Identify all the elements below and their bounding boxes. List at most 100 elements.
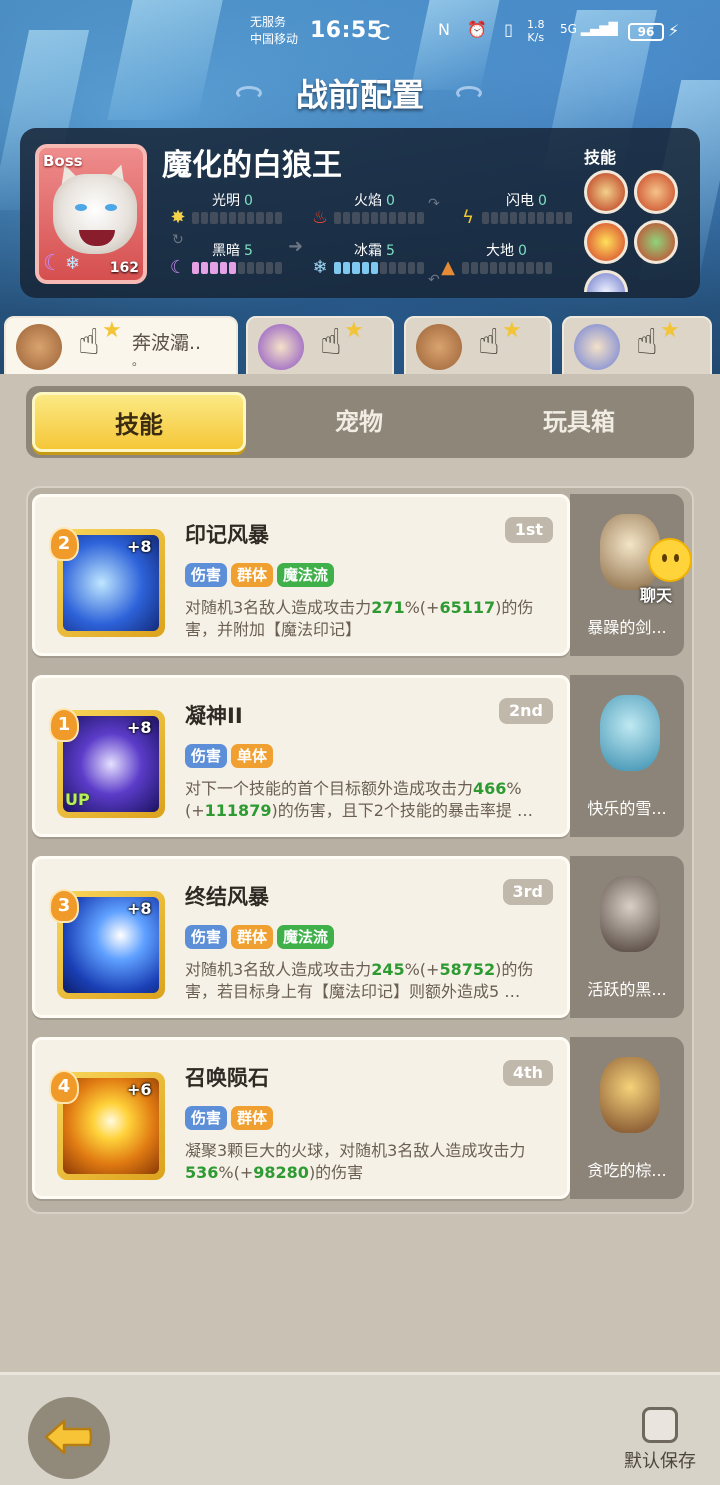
skill-tag: 单体 [231,744,274,768]
hero-avatar [258,324,304,370]
tab-toybox[interactable]: 玩具箱 [472,392,686,452]
skill-tag: 伤害 [185,744,228,768]
hero-avatar [574,324,620,370]
default-save-checkbox[interactable] [642,1407,678,1443]
boss-skill-icon[interactable] [634,170,678,214]
chat-button[interactable]: 聊天 [634,538,698,605]
signal-icon: 5G ▂▄▆█ [560,22,618,36]
category-tabs: 技能 宠物 玩具箱 [26,386,694,458]
hero-avatar [16,324,62,370]
back-arrow-icon [44,1419,93,1455]
cycle-arrow-icon: ↻ [172,232,184,248]
boss-skill-icon[interactable] [584,220,628,264]
earth-icon: ▲ [441,257,455,278]
skill-title: 印记风暴 [185,523,269,547]
ice-level-bar [334,262,425,274]
element-lightning: 闪电 0 ϟ [458,190,658,228]
hero-tab-4[interactable]: ☝ ★ [562,316,712,378]
skill-description: 凝聚3颗巨大的火球，对随机3名敌人造成攻击力536%(+98280)的伤害 [185,1141,526,1182]
sun-icon: ✸ [170,207,186,228]
skill-rank: 1st [504,517,553,543]
hero-tab-1[interactable]: ☝ ★ 奔波灞.. 。 [4,316,238,378]
skill-description: 对随机3名敌人造成攻击力271%(+65117)的伤害，并附加【魔法印记】 [185,598,534,639]
pet-figure-icon [600,876,660,952]
skill-order-badge: 2 [49,527,79,561]
skill-tag: 群体 [231,925,274,949]
skill-rank: 4th [502,1060,553,1086]
skill-description: 对下一个技能的首个目标额外造成攻击力466%(+111879)的伤害，且下2个技… [185,779,533,820]
hero-tab-3[interactable]: ☝ ★ [404,316,552,378]
pet-figure-icon [600,1057,660,1133]
tab-skills[interactable]: 技能 [32,392,246,452]
sync-icon [376,24,392,40]
dark-level-bar [192,262,283,274]
boss-skill-icon[interactable] [584,170,628,214]
boss-skills-label: 技能 [584,148,617,167]
boss-skill-icon[interactable] [634,220,678,264]
pet-slot[interactable]: 活跃的黑... [570,856,684,1018]
skill-order-badge: 1 [49,708,79,742]
skill-tag: 群体 [231,1106,274,1130]
hero-tab-2[interactable]: ☝ ★ [246,316,394,378]
boss-level: 162 [109,260,139,276]
tap-hand-icon: ☝ [320,322,342,363]
skill-title: 终结风暴 [185,885,269,909]
back-button[interactable] [28,1397,110,1479]
pet-name: 快乐的雪... [587,799,667,818]
skill-order-badge: 4 [49,1070,79,1104]
skill-card[interactable]: +8 3 终结风暴 3rd 伤害 群体 魔法流 对随机3名敌人造成攻击力245%… [32,856,570,1018]
skill-card[interactable]: +6 4 召唤陨石 4th 伤害 群体 凝聚3颗巨大的火球，对随机3名敌人造成攻… [32,1037,570,1199]
pet-name: 暴躁的剑... [587,618,667,637]
hero-avatar [416,324,462,370]
star-icon: ★ [502,318,522,343]
pet-name: 贪吃的棕... [587,1161,667,1180]
bottom-bar: 默认保存 [0,1372,720,1485]
pet-figure-icon [600,695,660,771]
star-icon: ★ [344,318,364,343]
snowflake-icon: ❄ [312,257,328,278]
tap-hand-icon: ☝ [636,322,658,363]
page-title: 战前配置 [295,76,424,114]
skill-order-badge: 3 [49,889,79,923]
default-save-label: 默认保存 [624,1451,696,1472]
skill-card[interactable]: +8 1 UP 凝神II 2nd 伤害 单体 对下一个技能的首个目标额外造成攻击… [32,675,570,837]
tab-pets[interactable]: 宠物 [252,392,466,452]
skill-tag: 群体 [231,563,274,587]
status-bar: 无服务 中国移动 16:55 N ⏰ ▯ 1.8 K/s 5G ▂▄▆█ 96 … [0,0,720,64]
clock: 16:55 [310,18,383,43]
lightning-icon: ϟ [462,207,474,228]
network-speed: 1.8 K/s [527,18,545,44]
boss-info-panel: Boss ☾ ❄ 162 魔化的白狼王 光明 0 ✸ 火焰 0 ♨ 闪电 0 ϟ 黑暗… [20,128,700,298]
skill-title: 凝神II [185,704,243,728]
skill-description: 对随机3名敌人造成攻击力245%(+58752)的伤害，若目标身上有【魔法印记】… [185,960,534,1001]
pet-slot[interactable]: 贪吃的棕... [570,1037,684,1199]
boss-name: 魔化的白狼王 [162,148,342,183]
chat-label: 聊天 [640,586,673,605]
pet-name: 活跃的黑... [587,980,667,999]
upgrade-badge: UP [65,790,90,809]
ice-element-icon: ❄ [65,253,81,274]
skill-tag: 魔法流 [277,563,335,587]
dark-element-icon: ☾ [43,251,63,276]
pet-slot[interactable]: 快乐的雪... [570,675,684,837]
cycle-arrow-icon: ↶ [428,272,440,288]
tap-hand-icon: ☝ [478,322,500,363]
skill-tag: 伤害 [185,925,228,949]
arrow-right-icon: ➜ [288,236,304,257]
cycle-arrow-icon: ↷ [428,196,440,212]
battery-icon: 96 [628,23,664,41]
skill-title: 召唤陨石 [185,1066,269,1090]
boss-portrait[interactable]: Boss ☾ ❄ 162 [35,144,147,284]
moon-icon: ☾ [169,257,187,278]
skill-rank: 2nd [499,698,553,724]
skill-tag: 伤害 [185,563,228,587]
skill-tag: 魔法流 [277,925,335,949]
carrier-text: 无服务 中国移动 [250,15,299,46]
skill-rank: 3rd [502,879,553,905]
flame-icon: ♨ [311,207,329,228]
skill-card[interactable]: +8 2 印记风暴 1st 伤害 群体 魔法流 对随机3名敌人造成攻击力271%… [32,494,570,656]
boss-tag: Boss [43,152,83,170]
skill-tag: 伤害 [185,1106,228,1130]
star-icon: ★ [102,318,122,343]
charging-icon: ⚡ [668,21,680,40]
